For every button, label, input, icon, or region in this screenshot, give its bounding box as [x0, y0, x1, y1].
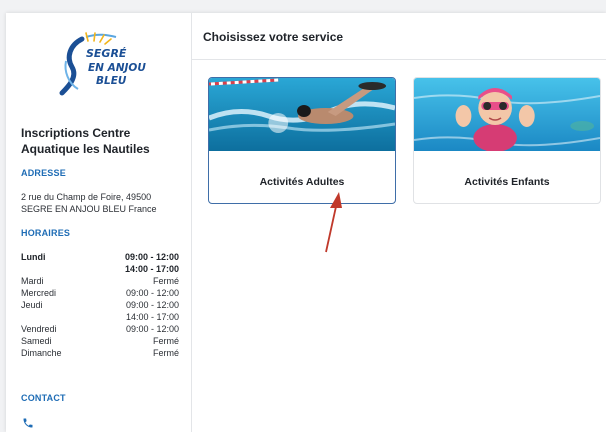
hours-times: Fermé	[153, 347, 179, 359]
hours-day: Dimanche	[21, 348, 62, 358]
address-line1: 2 rue du Champ de Foire, 49500	[21, 192, 152, 202]
hours-time-range: 09:00 - 12:00	[125, 300, 179, 310]
address-line2: SEGRE EN ANJOU BLEU France	[21, 204, 157, 214]
hours-row-dimanche: Dimanche Fermé	[21, 347, 179, 359]
main-content: Choisissez votre service Activités Adult…	[192, 13, 606, 432]
page-title: Choisissez votre service	[192, 13, 606, 60]
hours-day: Mercredi	[21, 288, 57, 298]
phone-icon[interactable]	[22, 417, 34, 429]
address-heading: ADRESSE	[21, 168, 66, 178]
hours-row-vendredi: Vendredi 09:00 - 12:00	[21, 323, 179, 335]
hours-heading: HORAIRES	[21, 228, 71, 238]
service-label-enfants: Activités Enfants	[464, 176, 550, 188]
child-swimmer-photo	[414, 78, 600, 151]
hours-row-jeudi: Jeudi 09:00 - 12:00 14:00 - 17:00	[21, 299, 179, 323]
hours-row-lundi: Lundi 09:00 - 12:00 14:00 - 17:00	[21, 251, 179, 275]
hours-time-range: Fermé	[152, 276, 179, 286]
opening-hours: Lundi 09:00 - 12:00 14:00 - 17:00 Mardi Ferm…	[21, 251, 179, 359]
org-title: Inscriptions Centre Aquatique les Nautil…	[21, 126, 150, 156]
hours-times: Fermé	[153, 275, 179, 287]
hours-times: 09:00 - 12:00 14:00 - 17:00	[125, 251, 179, 275]
hours-day: Jeudi	[21, 300, 43, 310]
hours-time-range: 14:00 - 17:00	[124, 264, 179, 274]
hours-time-range: Fermé	[152, 336, 179, 346]
booking-page: SEGRÉ EN ANJOU BLEU Inscriptions Centre …	[6, 13, 606, 432]
hours-time-range: 09:00 - 12:00	[125, 324, 179, 334]
service-label-adultes: Activités Adultes	[259, 176, 345, 188]
hours-day: Mardi	[21, 276, 44, 286]
hours-times: Fermé	[153, 335, 179, 347]
hours-times: 09:00 - 12:00	[126, 323, 179, 335]
service-card-adultes[interactable]: Activités Adultes	[208, 77, 396, 204]
hours-row-mercredi: Mercredi 09:00 - 12:00	[21, 287, 179, 299]
hours-time-range: 14:00 - 17:00	[125, 312, 179, 322]
hours-time-range: 09:00 - 12:00	[124, 252, 179, 262]
logo-line3: BLEU	[96, 75, 127, 87]
sidebar: SEGRÉ EN ANJOU BLEU Inscriptions Centre …	[6, 13, 192, 432]
hours-time-range: Fermé	[152, 348, 179, 358]
hours-row-mardi: Mardi Fermé	[21, 275, 179, 287]
adult-swimmer-photo	[209, 78, 395, 151]
hours-day: Vendredi	[21, 324, 57, 334]
logo-line2: EN ANJOU	[88, 62, 146, 74]
service-card-enfants[interactable]: Activités Enfants	[413, 77, 601, 204]
contact-heading: CONTACT	[21, 393, 66, 403]
hours-day: Samedi	[21, 336, 52, 346]
hours-day: Lundi	[21, 252, 46, 262]
hours-row-samedi: Samedi Fermé	[21, 335, 179, 347]
hours-times: 09:00 - 12:00 14:00 - 17:00	[126, 299, 179, 323]
segre-en-anjou-bleu-logo: SEGRÉ EN ANJOU BLEU	[59, 32, 146, 96]
address: 2 rue du Champ de Foire, 49500 SEGRE EN …	[21, 191, 189, 215]
hours-time-range: 09:00 - 12:00	[125, 288, 179, 298]
logo-line1: SEGRÉ	[86, 47, 127, 60]
hours-times: 09:00 - 12:00	[126, 287, 179, 299]
